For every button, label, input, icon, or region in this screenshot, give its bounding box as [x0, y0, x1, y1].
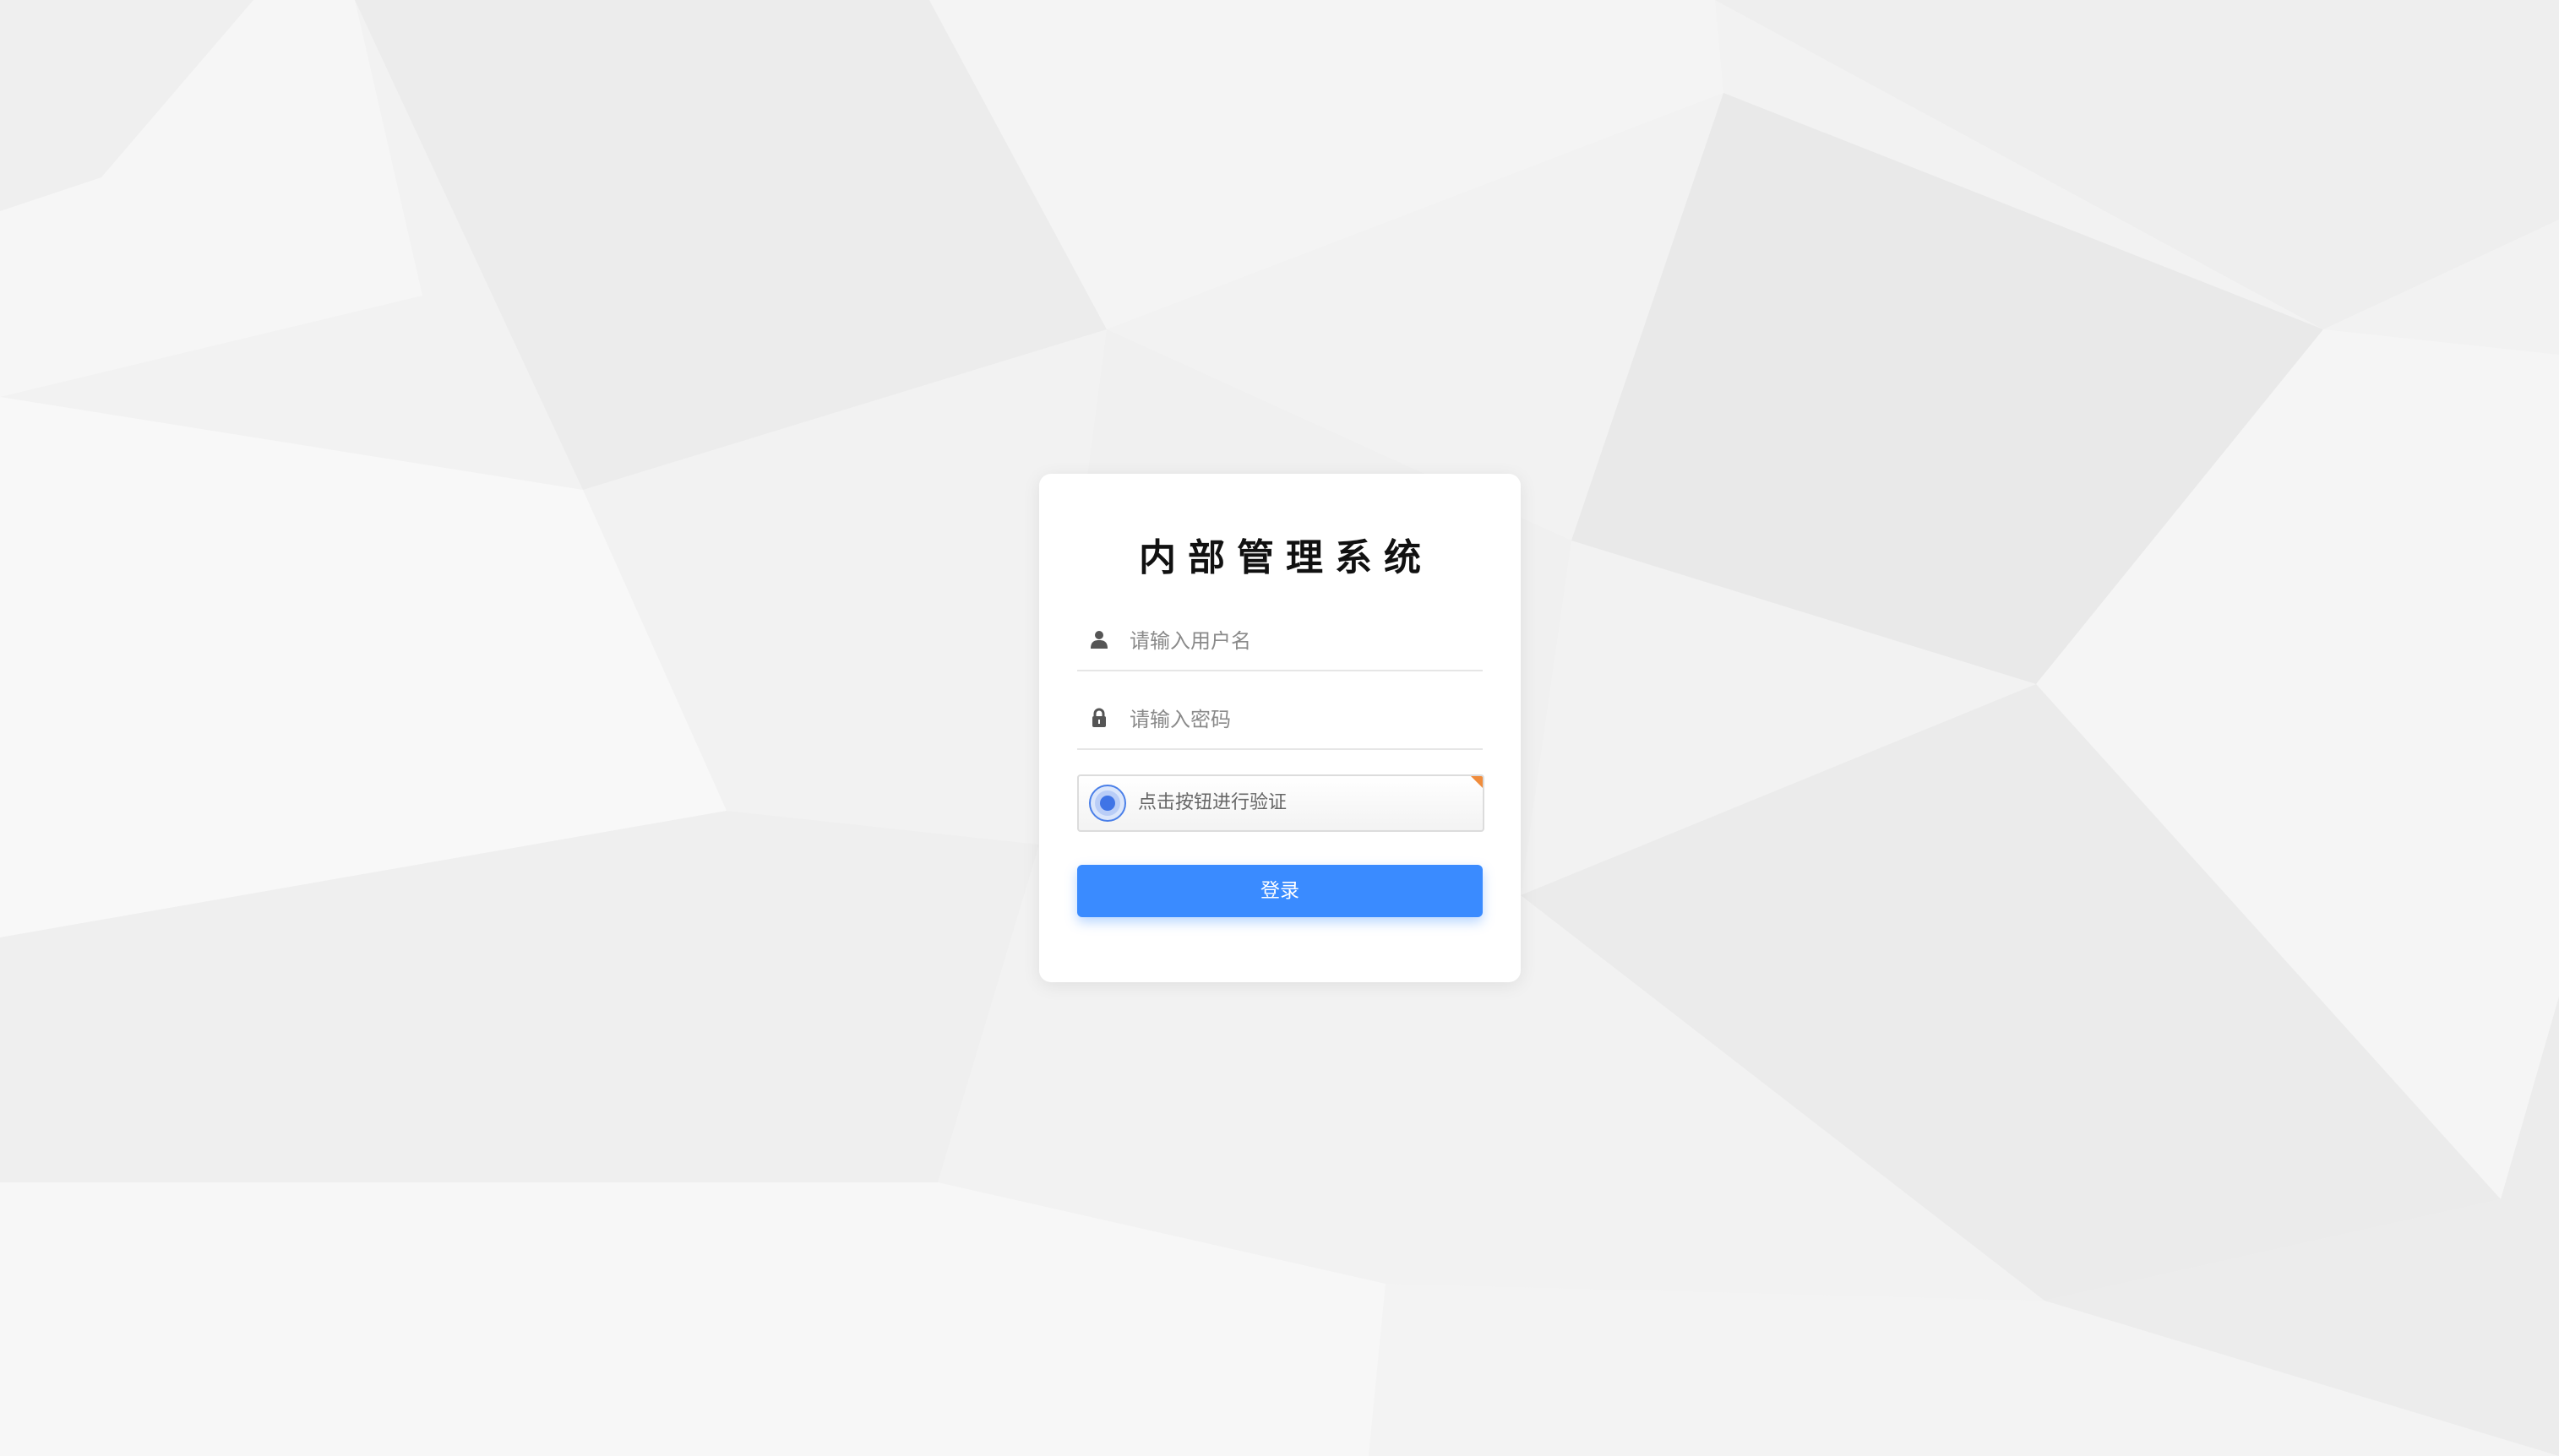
user-icon [1091, 631, 1108, 649]
username-field [1077, 616, 1483, 671]
captcha-verify-button[interactable]: 点击按钮进行验证 [1077, 774, 1484, 832]
page-title: 内部管理系统 [1139, 536, 1433, 579]
password-field [1077, 694, 1483, 750]
lock-icon [1092, 708, 1106, 727]
captcha-corner-mark [1471, 776, 1483, 788]
login-card: 内部管理系统 点击按钮进行验证 登录 [1039, 474, 1521, 982]
password-input[interactable] [1130, 701, 1467, 738]
username-input[interactable] [1130, 622, 1467, 660]
login-button[interactable]: 登录 [1077, 865, 1483, 917]
verify-circle-icon [1089, 785, 1126, 822]
captcha-label: 点击按钮进行验证 [1138, 792, 1288, 813]
